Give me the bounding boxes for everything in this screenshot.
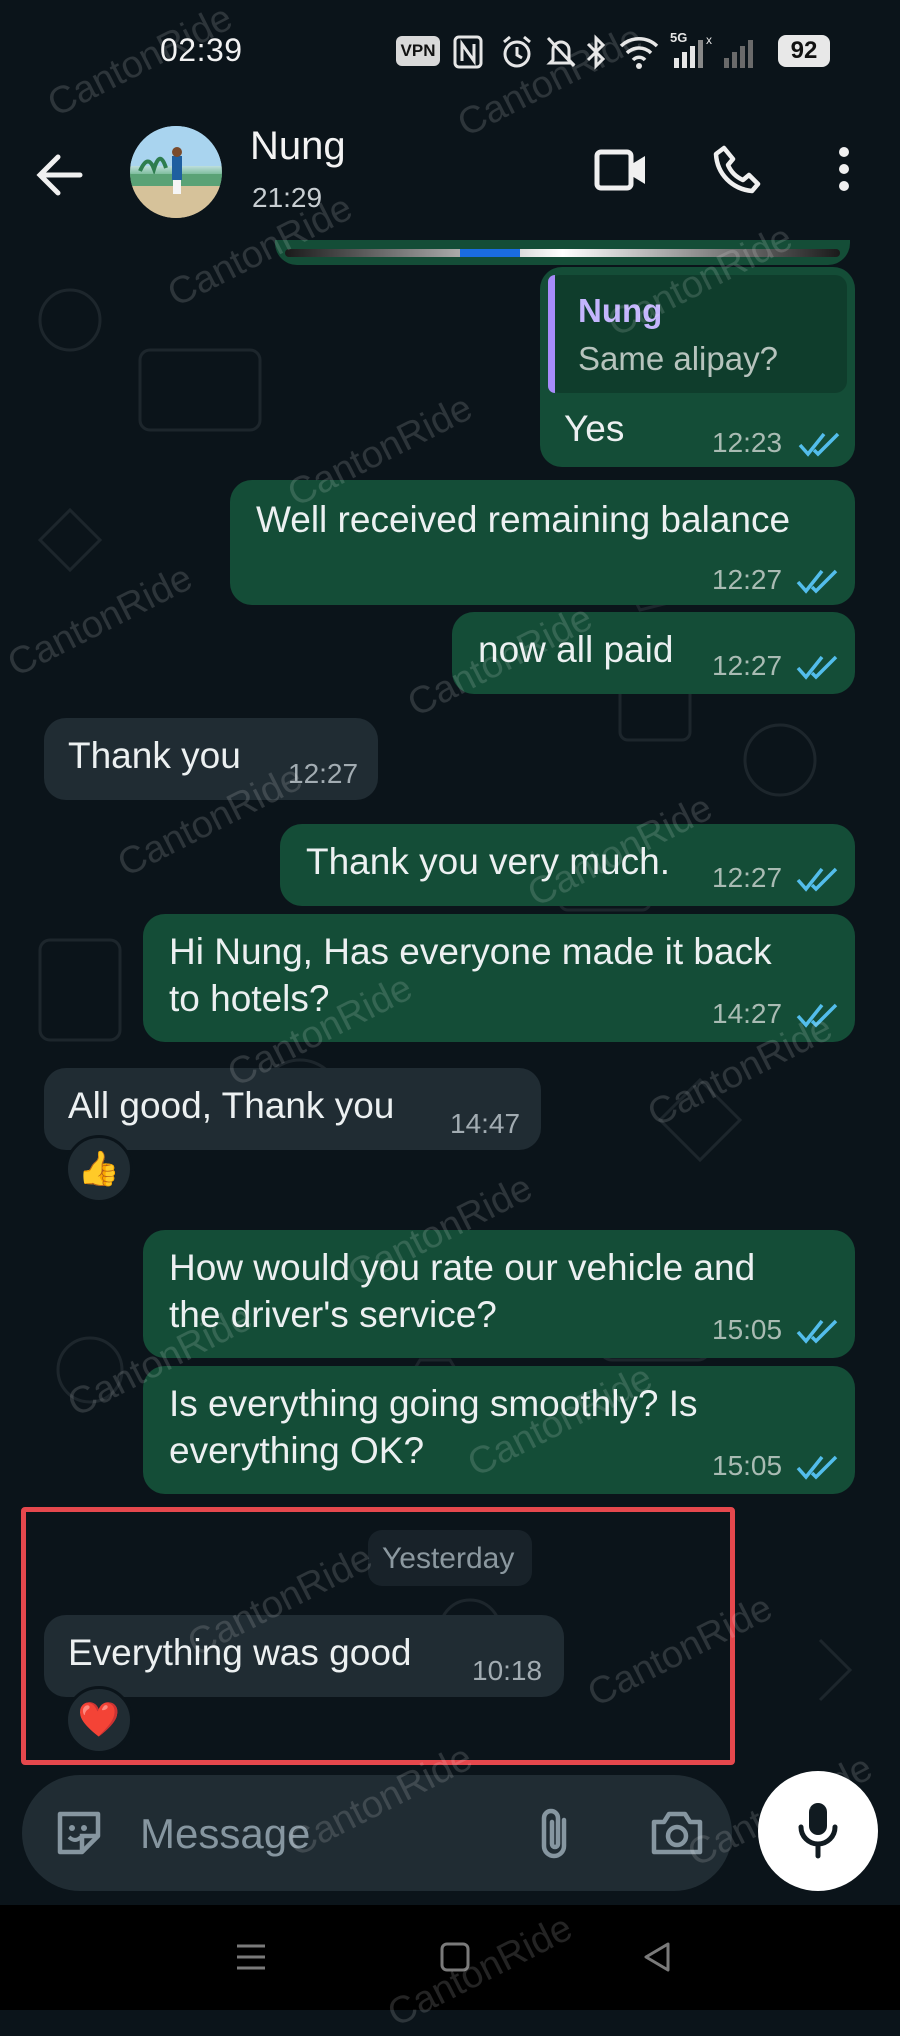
message-text-line-2: everything OK? <box>169 1430 425 1471</box>
quoted-text: Same alipay? <box>578 340 778 377</box>
cut-off-image-message[interactable] <box>275 240 850 265</box>
message-text-line-1: Hi Nung, Has everyone made it back <box>169 931 772 972</box>
home-icon[interactable] <box>438 1940 472 1974</box>
contact-name[interactable]: Nung <box>250 124 346 169</box>
voice-message-button[interactable] <box>758 1771 878 1891</box>
message-text: Thank you very much. <box>306 841 670 882</box>
back-arrow-icon[interactable] <box>30 145 90 205</box>
read-ticks-icon <box>796 1003 838 1028</box>
message-time: 15:05 <box>712 1450 783 1481</box>
microphone-icon <box>798 1803 838 1859</box>
message-bubble-outgoing[interactable]: Well received remaining balance 12:27 <box>230 480 855 605</box>
wifi-icon <box>619 37 659 69</box>
mute-icon <box>546 36 576 68</box>
message-text-line-1: Is everything going smoothly? Is <box>169 1383 698 1424</box>
message-text: now all paid <box>478 629 674 670</box>
message-time: 14:47 <box>450 1108 521 1139</box>
last-seen-text: 21:29 <box>252 182 323 213</box>
more-options-icon[interactable] <box>836 146 852 192</box>
message-text: Yes <box>564 408 625 449</box>
sticker-icon[interactable] <box>52 1806 106 1860</box>
bluetooth-icon <box>586 34 606 70</box>
message-time: 12:23 <box>712 427 783 458</box>
message-composer[interactable] <box>22 1775 732 1891</box>
message-time: 12:27 <box>712 650 783 681</box>
camera-icon[interactable] <box>650 1808 704 1856</box>
back-nav-icon[interactable] <box>640 1940 674 1974</box>
quoted-message[interactable]: Nung Same alipay? <box>548 275 847 393</box>
message-bubble-incoming[interactable]: Thank you 12:27 <box>44 718 378 800</box>
alarm-icon <box>503 35 531 68</box>
svg-text:x: x <box>706 34 712 47</box>
voice-call-icon[interactable] <box>712 144 762 194</box>
signal-2-icon <box>724 40 753 68</box>
read-ticks-icon <box>796 1319 838 1344</box>
quoted-author: Nung <box>578 292 663 329</box>
battery-indicator: 92 <box>778 35 830 67</box>
message-time: 15:05 <box>712 1314 783 1345</box>
message-time: 12:27 <box>712 564 783 595</box>
message-text: All good, Thank you <box>68 1085 395 1126</box>
message-time: 14:27 <box>712 998 783 1029</box>
message-bubble-outgoing[interactable]: Nung Same alipay? Yes 12:23 <box>540 267 855 467</box>
message-bubble-outgoing[interactable]: Thank you very much. 12:27 <box>280 824 855 906</box>
message-bubble-outgoing[interactable]: Hi Nung, Has everyone made it back to ho… <box>143 914 855 1042</box>
recent-apps-icon[interactable] <box>234 1940 268 1974</box>
contact-avatar[interactable] <box>130 126 222 218</box>
message-input[interactable]: Message <box>140 1810 310 1858</box>
message-text: Thank you <box>68 735 241 776</box>
thumbs-up-reaction[interactable]: 👍 <box>65 1135 133 1203</box>
message-bubble-outgoing[interactable]: Is everything going smoothly? Is everyth… <box>143 1366 855 1494</box>
message-text: Well received remaining balance <box>256 499 791 540</box>
message-time: 12:27 <box>712 862 783 893</box>
message-bubble-incoming[interactable]: All good, Thank you 14:47 <box>44 1068 541 1150</box>
highlight-box <box>21 1507 735 1765</box>
message-text-line-2: the driver's service? <box>169 1294 497 1335</box>
status-time: 02:39 <box>160 32 243 68</box>
vpn-icon: VPN <box>396 36 440 66</box>
read-ticks-icon <box>796 1455 838 1480</box>
message-text-line-2: to hotels? <box>169 978 330 1019</box>
message-bubble-outgoing[interactable]: now all paid 12:27 <box>452 612 855 694</box>
read-ticks-icon <box>796 867 838 892</box>
read-ticks-icon <box>796 655 838 680</box>
message-bubble-outgoing[interactable]: How would you rate our vehicle and the d… <box>143 1230 855 1358</box>
video-call-icon[interactable] <box>594 148 648 192</box>
read-ticks-icon <box>796 569 838 594</box>
message-text-line-1: How would you rate our vehicle and <box>169 1247 756 1288</box>
nfc-icon <box>453 35 483 69</box>
read-ticks-icon <box>798 432 840 457</box>
attach-icon[interactable] <box>536 1806 576 1862</box>
status-bar <box>0 0 900 100</box>
signal-icon: x <box>674 34 712 68</box>
message-time: 12:27 <box>288 758 359 789</box>
